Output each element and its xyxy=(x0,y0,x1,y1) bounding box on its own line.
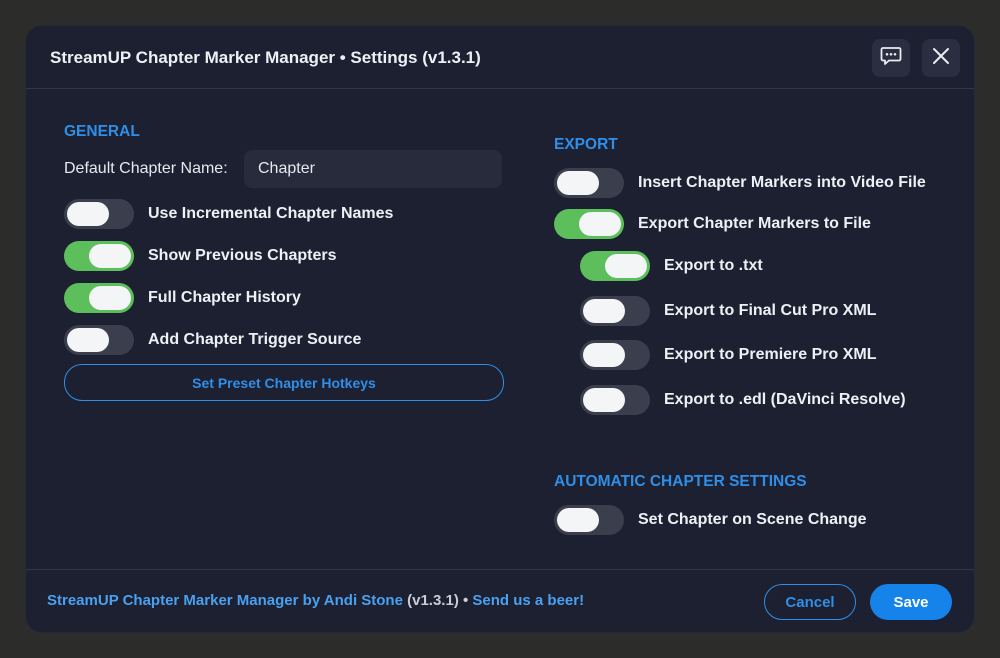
toggle-knob xyxy=(67,328,109,352)
chat-bubble-icon xyxy=(880,45,902,72)
toggle-row-full-history[interactable]: Full Chapter History xyxy=(64,283,301,313)
insert-markers-toggle[interactable] xyxy=(554,168,624,198)
footer-product-name: StreamUP Chapter Marker Manager by xyxy=(47,592,324,609)
window-title: StreamUP Chapter Marker Manager • Settin… xyxy=(50,48,481,67)
trigger-source-toggle[interactable] xyxy=(64,325,134,355)
toggle-row-incremental-names[interactable]: Use Incremental Chapter Names xyxy=(64,199,393,229)
toggle-knob xyxy=(579,212,621,236)
export-premiere-toggle[interactable] xyxy=(580,340,650,370)
toggle-row-export-premiere[interactable]: Export to Premiere Pro XML xyxy=(580,340,877,370)
toggle-row-show-previous[interactable]: Show Previous Chapters xyxy=(64,241,337,271)
export-edl-toggle[interactable] xyxy=(580,385,650,415)
close-button[interactable] xyxy=(922,39,960,77)
export-txt-toggle[interactable] xyxy=(580,251,650,281)
toggle-knob xyxy=(67,202,109,226)
beer-link[interactable]: Send us a beer! xyxy=(472,592,584,609)
toggle-row-export-fcp[interactable]: Export to Final Cut Pro XML xyxy=(580,296,876,326)
toggle-knob xyxy=(583,343,625,367)
toggle-label: Show Previous Chapters xyxy=(148,247,337,264)
automatic-heading: AUTOMATIC CHAPTER SETTINGS xyxy=(554,473,807,490)
toggle-label: Full Chapter History xyxy=(148,289,301,306)
general-heading: GENERAL xyxy=(64,123,140,140)
toggle-row-insert-markers[interactable]: Insert Chapter Markers into Video File xyxy=(554,168,926,198)
toggle-knob xyxy=(557,171,599,195)
toggle-label: Insert Chapter Markers into Video File xyxy=(638,174,926,191)
toggle-label: Export Chapter Markers to File xyxy=(638,215,871,232)
default-chapter-name-input[interactable] xyxy=(244,150,502,188)
toggle-row-scene-change[interactable]: Set Chapter on Scene Change xyxy=(554,505,867,535)
settings-dialog: StreamUP Chapter Marker Manager • Settin… xyxy=(26,26,974,632)
toggle-label: Add Chapter Trigger Source xyxy=(148,331,362,348)
export-fcp-toggle[interactable] xyxy=(580,296,650,326)
show-previous-toggle[interactable] xyxy=(64,241,134,271)
toggle-label: Export to Final Cut Pro XML xyxy=(664,302,877,319)
author-link[interactable]: Andi Stone xyxy=(324,592,403,609)
default-chapter-name-label: Default Chapter Name: xyxy=(64,160,228,177)
set-preset-hotkeys-button[interactable]: Set Preset Chapter Hotkeys xyxy=(64,364,504,401)
footer: StreamUP Chapter Marker Manager by Andi … xyxy=(26,569,974,633)
cancel-button[interactable]: Cancel xyxy=(764,584,856,620)
toggle-row-trigger-source[interactable]: Add Chapter Trigger Source xyxy=(64,325,361,355)
full-history-toggle[interactable] xyxy=(64,283,134,313)
toggle-knob xyxy=(89,286,131,310)
scene-change-toggle[interactable] xyxy=(554,505,624,535)
toggle-label: Export to Premiere Pro XML xyxy=(664,346,877,363)
feedback-button[interactable] xyxy=(872,39,910,77)
toggle-row-export-edl[interactable]: Export to .edl (DaVinci Resolve) xyxy=(580,385,906,415)
toggle-label: Use Incremental Chapter Names xyxy=(148,205,394,222)
toggle-label: Export to .txt xyxy=(664,257,763,274)
toggle-knob xyxy=(583,388,625,412)
toggle-knob xyxy=(557,508,599,532)
toggle-label: Export to .edl (DaVinci Resolve) xyxy=(664,391,906,408)
toggle-knob xyxy=(89,244,131,268)
toggle-row-export-to-file[interactable]: Export Chapter Markers to File xyxy=(554,209,871,239)
toggle-label: Set Chapter on Scene Change xyxy=(638,511,867,528)
close-icon xyxy=(932,47,950,70)
toggle-row-export-txt[interactable]: Export to .txt xyxy=(580,251,763,281)
footer-version: (v1.3.1) • xyxy=(402,592,473,609)
title-bar: StreamUP Chapter Marker Manager • Settin… xyxy=(26,26,974,89)
incremental-names-toggle[interactable] xyxy=(64,199,134,229)
save-button[interactable]: Save xyxy=(870,584,952,620)
export-heading: EXPORT xyxy=(554,136,618,153)
export-to-file-toggle[interactable] xyxy=(554,209,624,239)
toggle-knob xyxy=(583,299,625,323)
footer-credits: StreamUP Chapter Marker Manager by Andi … xyxy=(47,592,584,609)
toggle-knob xyxy=(605,254,647,278)
